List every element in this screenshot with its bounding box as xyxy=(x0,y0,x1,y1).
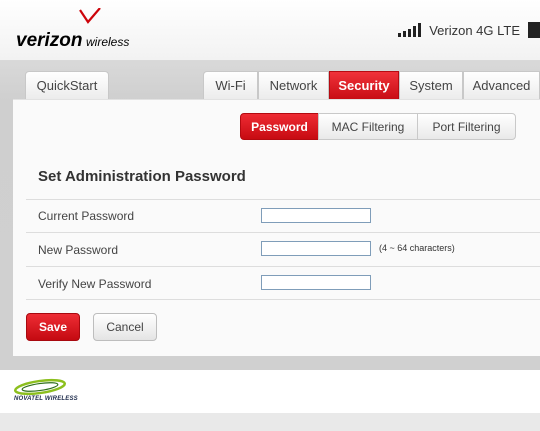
verify-password-input[interactable] xyxy=(261,275,371,290)
subtab-port-filtering[interactable]: Port Filtering xyxy=(417,113,516,140)
signal-bars-icon xyxy=(398,23,422,37)
divider xyxy=(26,199,540,200)
new-password-input[interactable] xyxy=(261,241,371,256)
novatel-logo-text: NOVATEL WIRELESS xyxy=(14,396,78,402)
carrier-name: Verizon 4G LTE xyxy=(429,22,520,38)
save-button[interactable]: Save xyxy=(26,313,80,341)
logo-wireless: wireless xyxy=(86,35,129,49)
new-password-label: New Password xyxy=(38,243,119,257)
connection-status: Verizon 4G LTE xyxy=(398,20,540,40)
footer-bar xyxy=(0,413,540,431)
page-title: Set Administration Password xyxy=(38,168,246,185)
divider xyxy=(26,232,540,233)
verify-password-label: Verify New Password xyxy=(38,277,152,291)
current-password-input[interactable] xyxy=(261,208,371,223)
subtab-mac-filtering[interactable]: MAC Filtering xyxy=(318,113,418,140)
tab-advanced[interactable]: Advanced xyxy=(463,71,540,99)
verizon-wireless-logo: verizon wireless xyxy=(16,8,129,51)
current-password-label: Current Password xyxy=(38,209,135,223)
subtab-password[interactable]: Password xyxy=(240,113,319,140)
tab-network[interactable]: Network xyxy=(258,71,329,99)
battery-icon xyxy=(528,22,540,38)
cancel-button[interactable]: Cancel xyxy=(93,313,157,341)
password-length-hint: (4 ~ 64 characters) xyxy=(379,243,455,253)
tab-system[interactable]: System xyxy=(399,71,463,99)
tab-wifi[interactable]: Wi-Fi xyxy=(203,71,258,99)
logo-verizon: verizon xyxy=(16,30,83,51)
tab-quickstart[interactable]: QuickStart xyxy=(25,71,109,99)
divider xyxy=(26,266,540,267)
tab-security[interactable]: Security xyxy=(329,71,399,99)
header-bar: verizon wireless Verizon 4G LTE xyxy=(0,0,540,60)
divider xyxy=(26,299,540,300)
